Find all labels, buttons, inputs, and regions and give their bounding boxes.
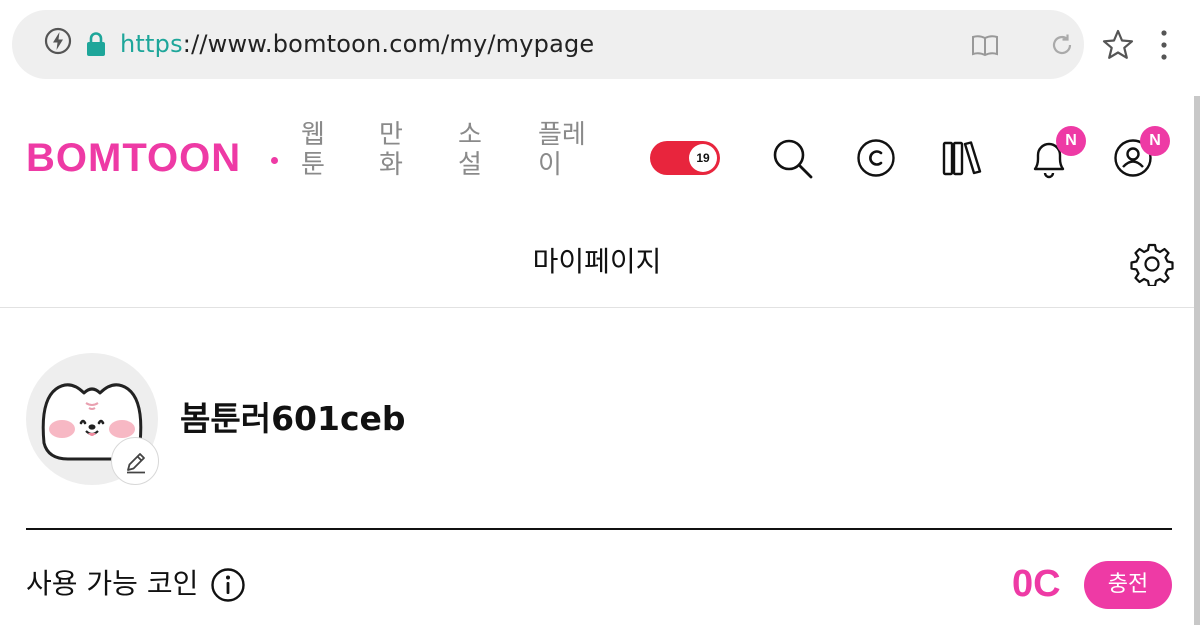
section-divider — [26, 528, 1172, 530]
coin-balance: 0C — [1012, 563, 1061, 605]
gear-icon[interactable] — [1130, 242, 1174, 286]
address-bar[interactable]: https://www.bomtoon.com/my/mypage — [12, 10, 1084, 79]
page-title: 마이페이지 — [532, 245, 662, 278]
star-icon[interactable] — [1101, 28, 1135, 62]
kebab-menu-icon[interactable] — [1152, 28, 1176, 62]
adult-content-toggle[interactable]: 19 — [650, 141, 720, 175]
url-text[interactable]: https://www.bomtoon.com/my/mypage — [120, 28, 594, 60]
nav-webtoon[interactable]: 웹 툰 — [301, 120, 325, 180]
library-icon[interactable] — [938, 134, 986, 182]
available-coins-label: 사용 가능 코인 — [26, 567, 199, 600]
url-path: ://www.bomtoon.com/my/mypage — [182, 30, 595, 58]
adult-toggle-knob: 19 — [689, 144, 717, 172]
username: 봄툰러601ceb — [180, 399, 406, 438]
info-icon[interactable] — [210, 567, 246, 603]
nav-novel[interactable]: 소 설 — [458, 120, 482, 180]
pencil-icon — [127, 453, 145, 474]
site-header: BOMTOON 웹 툰 만 화 소 설 플레 이 19 N N — [0, 96, 1194, 220]
url-scheme: https — [120, 30, 183, 58]
lock-icon — [87, 32, 105, 56]
edit-avatar-button[interactable] — [111, 437, 159, 485]
nav-play[interactable]: 플레 이 — [538, 120, 586, 180]
profile-badge: N — [1140, 126, 1170, 156]
nav-manhwa[interactable]: 만 화 — [379, 120, 403, 180]
notification-badge: N — [1056, 126, 1086, 156]
logo-dot — [271, 157, 278, 164]
bomtoon-logo[interactable]: BOMTOON — [26, 136, 241, 180]
bolt-icon — [44, 27, 72, 55]
search-icon[interactable] — [768, 134, 816, 182]
browser-toolbar: https://www.bomtoon.com/my/mypage — [0, 0, 1200, 90]
reload-icon[interactable] — [1048, 31, 1076, 59]
scrollbar[interactable] — [1194, 96, 1200, 625]
charge-button[interactable]: 충전 — [1084, 561, 1172, 609]
reader-mode-icon[interactable] — [970, 30, 1000, 60]
coin-icon[interactable] — [852, 134, 900, 182]
page-title-bar: 마이페이지 — [0, 220, 1194, 308]
